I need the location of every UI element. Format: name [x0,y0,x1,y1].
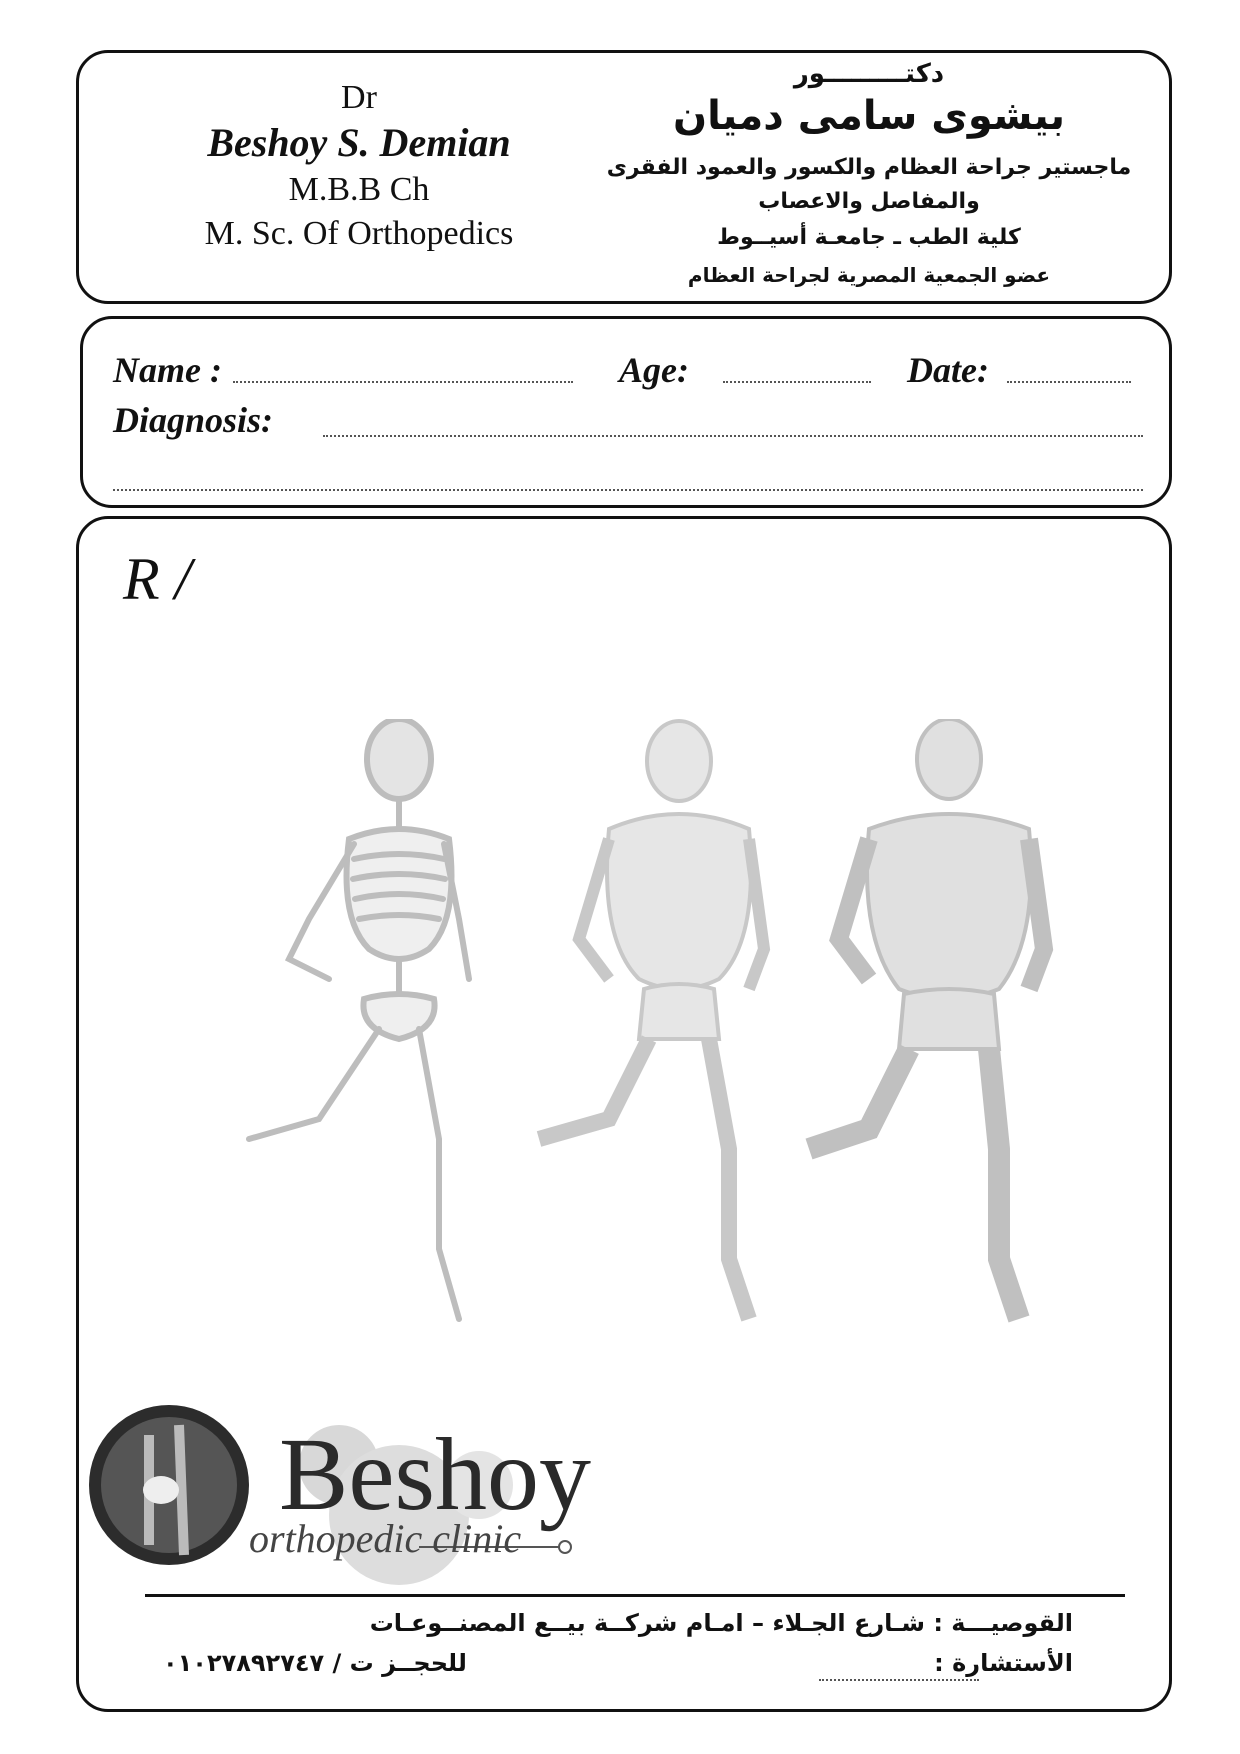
clinic-address: القوصيـــة : شـارع الجـلاء – امـام شركــ… [369,1609,1073,1637]
diagnosis-label: Diagnosis: [113,400,274,440]
booking-phone: للحجــز ت / ٠١٠٢٧٨٩٢٧٤٧ [163,1649,467,1677]
anatomy-running-figures [246,719,1054,1323]
date-field[interactable] [1007,381,1131,383]
prescription-area: R / Beshoy orthopedic clinic القوصيـــة … [76,516,1172,1712]
clinic-logo: Beshoy orthopedic clinic [89,1395,649,1595]
rx-symbol: R / [123,546,192,612]
age-field[interactable] [723,381,871,383]
consultation-field[interactable] [819,1679,979,1681]
diagnosis-field-line2[interactable] [113,489,1143,491]
ar-membership: عضو الجمعية المصرية لجراحة العظام [687,263,1051,287]
consultation-label: الأستشارة : [934,1649,1073,1677]
muscle-figure [805,719,1054,1323]
en-doctor-name: Beshoy S. Demian [207,120,511,165]
footer-divider [145,1594,1125,1597]
ar-doctor-name: بيشوى سامى دميان [672,93,1065,139]
diagnosis-field[interactable] [323,435,1143,437]
logo-subtitle: orthopedic clinic [249,1516,522,1561]
ar-title: دكتـــــــــور [793,59,945,89]
en-degree: M.B.B Ch [288,171,430,208]
skeleton-figure [246,719,472,1322]
ar-qualification: ماجستير جراحة العظام والكسور والعمود الف… [606,155,1132,180]
en-msc: M. Sc. Of Orthopedics [204,215,514,252]
ar-university: كلية الطب ـ جامعـة أسيــوط [717,225,1021,250]
name-label: Name : [113,350,222,390]
ar-qualification-cont: والمفاصل والاعصاب [758,189,980,214]
age-label: Age: [619,350,689,390]
name-field[interactable] [233,381,573,383]
partial-muscle-figure [536,719,771,1322]
en-title: Dr [341,79,377,116]
date-label: Date: [907,350,989,390]
patient-info-box: Name : Age: Date: Diagnosis: [80,316,1172,508]
doctor-header: Dr Beshoy S. Demian M.B.B Ch M. Sc. Of O… [76,50,1172,304]
